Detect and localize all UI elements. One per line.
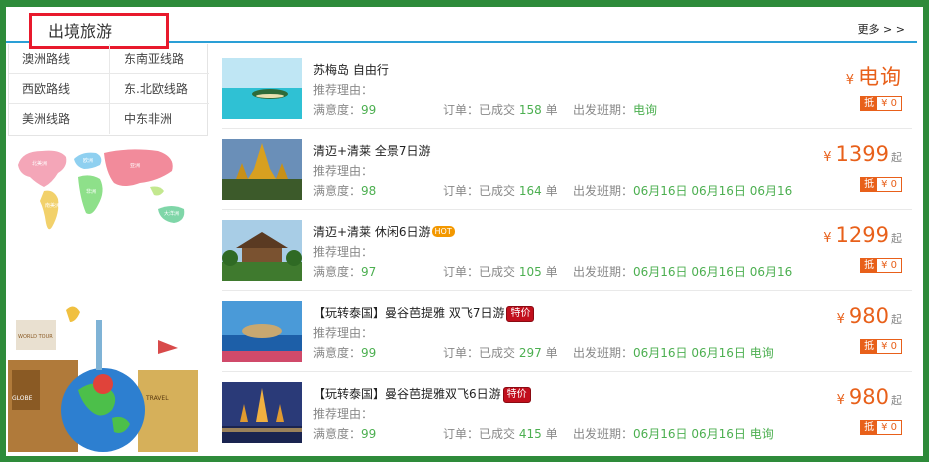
map-label-europe: 欧洲 [83, 157, 93, 164]
special-price-badge: 特价 [502, 387, 531, 403]
recommend-reason-label: 推荐理由： [313, 245, 374, 259]
product-name[interactable]: 【玩转泰国】曼谷芭提雅双飞6日游 特价 [313, 385, 531, 403]
price: ¥980 起 [836, 304, 902, 328]
recommend-reason-label: 推荐理由： [313, 407, 374, 421]
satisfaction: 满意度：97 [313, 265, 377, 279]
map-label-south-america: 南美洲 [45, 202, 60, 209]
menu-item-west-europe[interactable]: 西欧路线 [9, 74, 109, 104]
illustration-label-globe: GLOBE [12, 395, 33, 402]
illustration-label-world-tour: WORLD TOUR [18, 334, 53, 340]
price: ¥1399 起 [823, 142, 902, 166]
order-count: 订单：已成交 164 单 [443, 184, 558, 198]
recommend-reason-label: 推荐理由： [313, 83, 374, 97]
coupon-badge[interactable]: 抵 ¥ 0 [860, 420, 902, 435]
map-label-oceania: 大洋洲 [164, 210, 179, 217]
departure-dates: 出发班期：06月16日 06月16日 电询 [573, 427, 774, 441]
map-label-asia: 亚洲 [130, 163, 140, 169]
menu-item-australia[interactable]: 澳洲路线 [9, 44, 109, 74]
departure-dates: 出发班期：06月16日 06月16日 06月16日 [573, 184, 793, 198]
departure-dates: 出发班期：06月16日 06月16日 电询 [573, 346, 774, 360]
section-title: 出境旅游 [48, 22, 113, 41]
menu-item-east-north-europe[interactable]: 东.北欧线路 [109, 74, 209, 104]
list-item[interactable]: 【玩转泰国】曼谷芭提雅 双飞7日游 特价 推荐理由： 满意度：99 订单：已成交 … [222, 291, 912, 372]
recommend-reason-label: 推荐理由： [313, 326, 374, 340]
product-thumbnail[interactable] [222, 382, 302, 443]
list-item[interactable]: 【玩转泰国】曼谷芭提雅双飞6日游 特价 推荐理由： 满意度：99 订单：已成交 4… [222, 372, 912, 453]
price: ¥980 起 [836, 385, 902, 409]
product-name[interactable]: 清迈+清莱 休闲6日游 HOT [313, 223, 455, 240]
map-label-north-america: 北美洲 [32, 160, 47, 167]
menu-item-americas[interactable]: 美洲线路 [9, 104, 109, 134]
satisfaction: 满意度：99 [313, 346, 377, 360]
list-item[interactable]: 清迈+清莱 休闲6日游 HOT 推荐理由： 满意度：97 订单：已成交 105 单… [222, 210, 912, 291]
product-thumbnail[interactable] [222, 139, 302, 200]
product-name[interactable]: 清迈+清莱 全景7日游 [313, 142, 431, 159]
travel-illustration-image: GLOBE TRAVEL WORLD TOUR [8, 306, 198, 452]
more-link[interactable]: 更多 > > [858, 21, 905, 37]
route-menu: 澳洲路线 东南亚线路 西欧路线 东.北欧线路 美洲线路 中东非洲 [8, 44, 209, 136]
list-item[interactable]: 清迈+清莱 全景7日游 推荐理由： 满意度：98 订单：已成交 164 单 出发… [222, 129, 912, 210]
product-name[interactable]: 苏梅岛 自由行 [313, 61, 389, 78]
satisfaction: 满意度：98 [313, 184, 377, 198]
recommend-reason-label: 推荐理由： [313, 164, 374, 178]
coupon-badge[interactable]: 抵 ¥ 0 [860, 177, 902, 192]
map-label-africa: 非洲 [86, 188, 96, 195]
menu-item-middle-east-africa[interactable]: 中东非洲 [109, 104, 209, 134]
price: ¥ 电询 [845, 65, 902, 89]
coupon-badge[interactable]: 抵 ¥ 0 [860, 339, 902, 354]
world-map-image: 北美洲 欧洲 亚洲 非洲 南美洲 大洋洲 [18, 149, 185, 230]
order-count: 订单：已成交 158 单 [443, 103, 558, 117]
satisfaction: 满意度：99 [313, 427, 377, 441]
product-name[interactable]: 【玩转泰国】曼谷芭提雅 双飞7日游 特价 [313, 304, 535, 322]
menu-item-southeast-asia[interactable]: 东南亚线路 [109, 44, 209, 74]
satisfaction: 满意度：99 [313, 103, 377, 117]
list-item[interactable]: 苏梅岛 自由行 推荐理由： 满意度：99 订单：已成交 158 单 出发班期：电… [222, 48, 912, 129]
coupon-badge[interactable]: 抵 ¥ 0 [860, 96, 902, 111]
order-count: 订单：已成交 297 单 [443, 346, 558, 360]
departure-dates: 出发班期：电询 [573, 103, 658, 117]
coupon-badge[interactable]: 抵 ¥ 0 [860, 258, 902, 273]
product-thumbnail[interactable] [222, 58, 302, 119]
departure-dates: 出发班期：06月16日 06月16日 06月16日 [573, 265, 793, 279]
product-thumbnail[interactable] [222, 301, 302, 362]
price: ¥1299 起 [823, 223, 902, 247]
section-header: 出境旅游 更多 > > [6, 7, 917, 49]
order-count: 订单：已成交 415 单 [443, 427, 558, 441]
special-price-badge: 特价 [506, 306, 535, 322]
illustration-label-travel: TRAVEL [145, 395, 169, 402]
hot-badge: HOT [431, 226, 455, 237]
product-thumbnail[interactable] [222, 220, 302, 281]
order-count: 订单：已成交 105 单 [443, 265, 558, 279]
